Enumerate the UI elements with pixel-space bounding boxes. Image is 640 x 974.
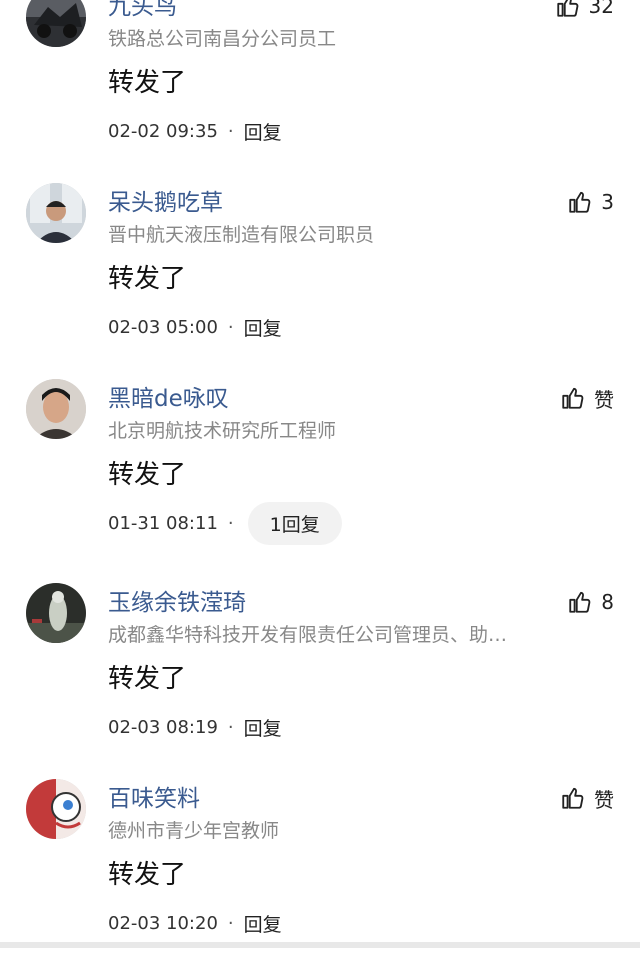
comment-text: 转发了	[108, 68, 187, 98]
reply-button[interactable]: 回复	[244, 910, 282, 937]
reply-button[interactable]: 回复	[244, 118, 282, 145]
comment-time: 02-03 10:20	[108, 912, 218, 934]
comment-time: 02-03 08:19	[108, 716, 218, 738]
comment-text: 转发了	[108, 664, 187, 694]
user-name[interactable]: 百味笑料	[108, 784, 200, 814]
thumbs-up-icon	[556, 0, 578, 17]
like-button[interactable]: 3	[567, 187, 614, 217]
like-count: 32	[588, 0, 614, 18]
comment-item: 九头鸟 铁路总公司南昌分公司员工 转发了 02-02 09:35 · 回复 32	[0, 0, 640, 182]
comment-time: 02-02 09:35	[108, 120, 218, 142]
comment-meta: 02-02 09:35 · 回复	[108, 116, 282, 146]
like-label: 赞	[594, 387, 614, 412]
like-button[interactable]: 8	[567, 587, 614, 617]
user-name[interactable]: 九头鸟	[108, 0, 177, 22]
comment-text: 转发了	[108, 860, 187, 890]
thumbs-up-icon	[562, 787, 584, 809]
user-name[interactable]: 呆头鹅吃草	[108, 188, 223, 218]
thumbs-up-icon	[569, 191, 591, 213]
like-label: 赞	[594, 787, 614, 812]
user-name[interactable]: 玉缘余铁滢琦	[108, 588, 246, 618]
comment-text: 转发了	[108, 460, 187, 490]
thumbs-up-icon	[562, 387, 584, 409]
comment-time: 01-31 08:11	[108, 512, 218, 534]
avatar[interactable]	[26, 583, 86, 643]
avatar[interactable]	[26, 183, 86, 243]
separator-dot: ·	[227, 912, 234, 934]
user-title: 成都鑫华特科技开发有限责任公司管理员、助…	[108, 624, 508, 646]
like-count: 8	[601, 590, 614, 614]
like-button[interactable]: 赞	[560, 783, 614, 813]
like-button[interactable]: 赞	[560, 383, 614, 413]
comment-meta: 02-03 05:00 · 回复	[108, 312, 282, 342]
separator-dot: ·	[227, 120, 234, 142]
user-title: 北京明航技术研究所工程师	[108, 420, 337, 442]
comment-text: 转发了	[108, 264, 187, 294]
reply-button[interactable]: 回复	[244, 314, 282, 341]
avatar[interactable]	[26, 0, 86, 47]
comment-time: 02-03 05:00	[108, 316, 218, 338]
user-title: 晋中航天液压制造有限公司职员	[108, 224, 375, 246]
separator-dot: ·	[227, 716, 234, 738]
user-title: 德州市青少年宫教师	[108, 820, 280, 842]
comment-item: 玉缘余铁滢琦 成都鑫华特科技开发有限责任公司管理员、助… 转发了 02-03 0…	[0, 582, 640, 778]
reply-count-button[interactable]: 1回复	[247, 501, 342, 545]
reply-button[interactable]: 回复	[244, 714, 282, 741]
comment-meta: 02-03 08:19 · 回复	[108, 712, 282, 742]
bottom-edge	[0, 942, 640, 948]
thumbs-up-icon	[569, 591, 591, 613]
like-count: 3	[601, 190, 614, 214]
comment-item: 黑暗de咏叹 北京明航技术研究所工程师 转发了 01-31 08:11 · 1回…	[0, 378, 640, 574]
user-title: 铁路总公司南昌分公司员工	[108, 28, 337, 50]
comment-meta: 02-03 10:20 · 回复	[108, 908, 282, 938]
like-button[interactable]: 32	[555, 0, 614, 21]
comment-meta: 01-31 08:11 · 1回复	[108, 501, 342, 545]
user-name[interactable]: 黑暗de咏叹	[108, 384, 229, 414]
comment-item: 呆头鹅吃草 晋中航天液压制造有限公司职员 转发了 02-03 05:00 · 回…	[0, 182, 640, 378]
separator-dot: ·	[227, 512, 234, 534]
avatar[interactable]	[26, 379, 86, 439]
avatar[interactable]	[26, 779, 86, 839]
separator-dot: ·	[227, 316, 234, 338]
